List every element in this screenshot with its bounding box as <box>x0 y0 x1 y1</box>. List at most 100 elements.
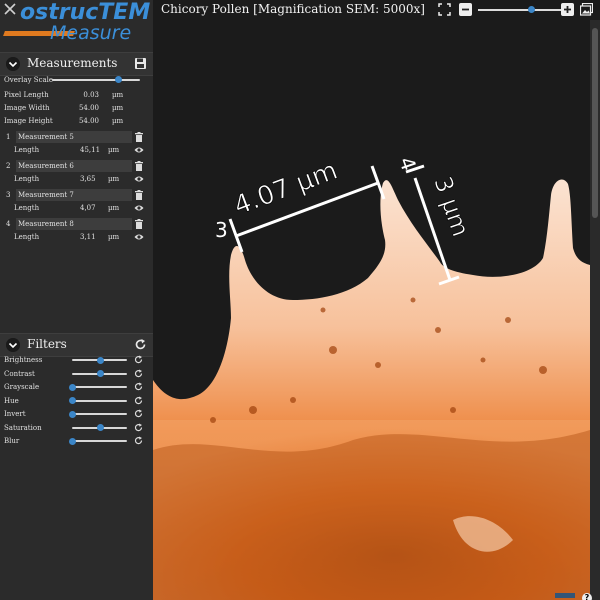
filter-label: Saturation <box>4 423 42 432</box>
measurement-number: 1 <box>6 133 11 141</box>
filter-label: Blur <box>4 437 20 445</box>
property-value: 54.00 <box>78 104 99 112</box>
measurement-number: 4 <box>6 220 11 228</box>
save-icon[interactable] <box>134 57 147 70</box>
measurement-length-label: Length <box>14 233 40 241</box>
eye-icon[interactable] <box>134 175 144 183</box>
reset-icon[interactable] <box>134 369 143 378</box>
property-value: 54.00 <box>78 117 99 125</box>
property-label: Pixel Length <box>4 91 49 99</box>
measurement-length-unit: µm <box>108 233 120 241</box>
zoom-out-icon[interactable] <box>459 3 472 16</box>
image-viewer: 3 4.07 µm 4 3 µm Chicory Pollen [Magnifi… <box>153 0 600 600</box>
property-unit: µm <box>112 104 124 112</box>
measurement-number: 3 <box>6 191 11 199</box>
measurement-item[interactable]: 3 Measurement 7 <box>4 189 149 201</box>
filters-header[interactable]: Filters <box>0 333 153 357</box>
measurement-length-value: 3,65 <box>80 175 96 183</box>
trash-icon[interactable] <box>135 161 143 171</box>
chevron-down-icon[interactable] <box>6 338 20 352</box>
image-title: Chicory Pollen [Magnification SEM: 5000x… <box>161 2 425 16</box>
measurement-name[interactable]: Measurement 6 <box>16 160 132 172</box>
app-logo: ostrucTEM Measure <box>0 0 153 48</box>
filter-slider[interactable] <box>72 440 127 442</box>
filter-label: Contrast <box>4 369 35 378</box>
measurement-length-label: Length <box>14 146 40 154</box>
measurement-length-unit: µm <box>108 204 120 212</box>
trash-icon[interactable] <box>135 190 143 200</box>
overlay-scale-slider[interactable] <box>52 79 140 81</box>
measurement-length-row: Length 3,11 µm <box>4 232 149 242</box>
zoom-slider[interactable] <box>478 9 563 11</box>
reset-icon[interactable] <box>134 436 143 445</box>
logo-text-line2: Measure <box>50 22 132 44</box>
sidebar: ostrucTEM Measure Measurements Overlay S… <box>0 0 153 600</box>
filter-slider-knob[interactable] <box>69 410 76 418</box>
viewer-toolbar: Chicory Pollen [Magnification SEM: 5000x… <box>153 0 600 20</box>
vertical-scrollbar[interactable] <box>590 20 600 600</box>
filter-slider-knob[interactable] <box>69 383 76 391</box>
eye-icon[interactable] <box>134 233 144 241</box>
reset-icon[interactable] <box>134 355 143 364</box>
filter-slider-knob[interactable] <box>96 370 104 377</box>
filter-slider[interactable] <box>72 386 127 388</box>
property-row: Pixel Length 0.03 µm <box>4 90 149 100</box>
measurement-length-row: Length 4,07 µm <box>4 203 149 213</box>
property-unit: µm <box>112 117 124 125</box>
property-label: Image Height <box>4 117 53 125</box>
filter-label: Invert <box>4 410 26 418</box>
measurement-length-label: Length <box>14 204 40 212</box>
help-button[interactable]: ? <box>582 593 592 600</box>
measurement-overlay-1-start: 3 <box>215 218 228 242</box>
reset-icon[interactable] <box>134 423 143 432</box>
filter-slider-knob[interactable] <box>96 424 104 431</box>
filter-label: Hue <box>4 396 19 405</box>
zoom-slider-knob[interactable] <box>527 6 535 13</box>
measurements-header[interactable]: Measurements <box>0 52 153 76</box>
fullscreen-icon[interactable] <box>438 3 451 16</box>
measurement-length-unit: µm <box>108 175 120 183</box>
property-label: Image Width <box>4 104 50 112</box>
close-icon[interactable] <box>3 2 17 16</box>
trash-icon[interactable] <box>135 132 143 142</box>
measurements-title: Measurements <box>27 56 118 70</box>
overlay-scale-label: Overlay Scale <box>4 76 54 84</box>
measurement-number: 2 <box>6 162 11 170</box>
reset-icon[interactable] <box>134 382 143 391</box>
filter-slider-knob[interactable] <box>69 397 76 404</box>
zoom-in-icon[interactable] <box>561 3 574 16</box>
reset-all-icon[interactable] <box>134 338 147 351</box>
measurement-name[interactable]: Measurement 5 <box>16 131 132 143</box>
filter-label: Grayscale <box>4 383 40 391</box>
chevron-down-icon[interactable] <box>6 57 20 71</box>
property-row: Image Width 54.00 µm <box>4 103 149 113</box>
brand-tag <box>555 593 575 598</box>
measurement-name[interactable]: Measurement 7 <box>16 189 132 201</box>
measurement-name[interactable]: Measurement 8 <box>16 218 132 230</box>
measurement-length-row: Length 3,65 µm <box>4 174 149 184</box>
measurement-length-value: 4,07 <box>80 204 96 212</box>
trash-icon[interactable] <box>135 219 143 229</box>
measurement-item[interactable]: 2 Measurement 6 <box>4 160 149 172</box>
eye-icon[interactable] <box>134 204 144 212</box>
filters-title: Filters <box>27 337 67 351</box>
measurement-item[interactable]: 1 Measurement 5 <box>4 131 149 143</box>
reset-icon[interactable] <box>134 409 143 418</box>
property-value: 0.03 <box>83 91 99 99</box>
gallery-icon[interactable] <box>580 3 593 16</box>
measurement-length-row: Length 45,11 µm <box>4 145 149 155</box>
sem-image[interactable]: 3 4.07 µm 4 3 µm <box>153 0 590 600</box>
scrollbar-thumb[interactable] <box>592 28 598 218</box>
property-row: Image Height 54.00 µm <box>4 116 149 126</box>
reset-icon[interactable] <box>134 396 143 405</box>
measurement-item[interactable]: 4 Measurement 8 <box>4 218 149 230</box>
property-unit: µm <box>112 91 124 99</box>
filter-slider-knob[interactable] <box>96 356 104 364</box>
overlay-scale-knob[interactable] <box>115 76 122 83</box>
filter-slider[interactable] <box>72 413 127 415</box>
filter-label: Brightness <box>4 356 43 364</box>
filter-slider-knob[interactable] <box>69 437 76 445</box>
measurement-length-value: 45,11 <box>80 146 101 154</box>
eye-icon[interactable] <box>134 146 144 154</box>
filter-slider[interactable] <box>72 399 127 402</box>
